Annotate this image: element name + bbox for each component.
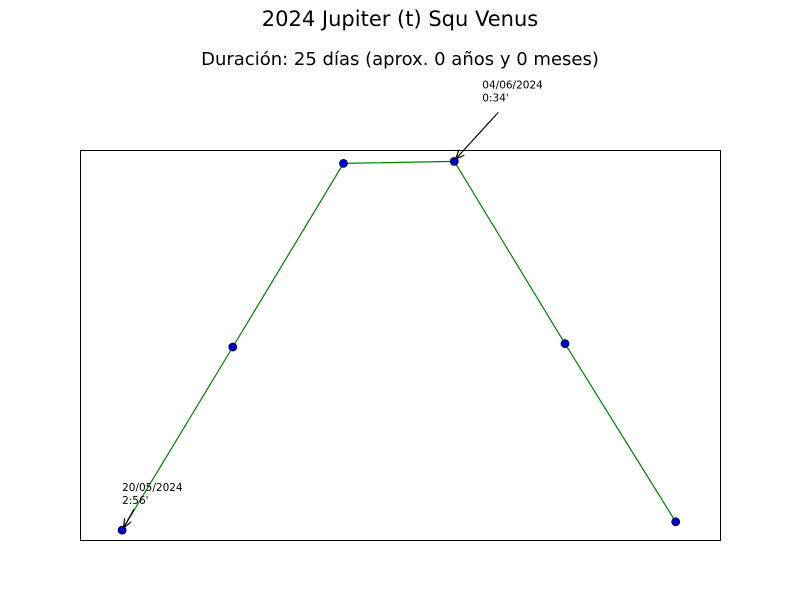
data-point-3: [449, 156, 459, 166]
data-point-4: [560, 339, 570, 349]
data-point-0: [117, 525, 127, 535]
line-chart: 20/05/2024 2:56'04/06/2024 0:34': [80, 79, 721, 541]
data-point-1: [228, 342, 238, 352]
data-point-5: [671, 517, 681, 527]
annotation-label-1: 04/06/2024 0:34': [482, 79, 543, 104]
data-point-2: [339, 158, 348, 168]
